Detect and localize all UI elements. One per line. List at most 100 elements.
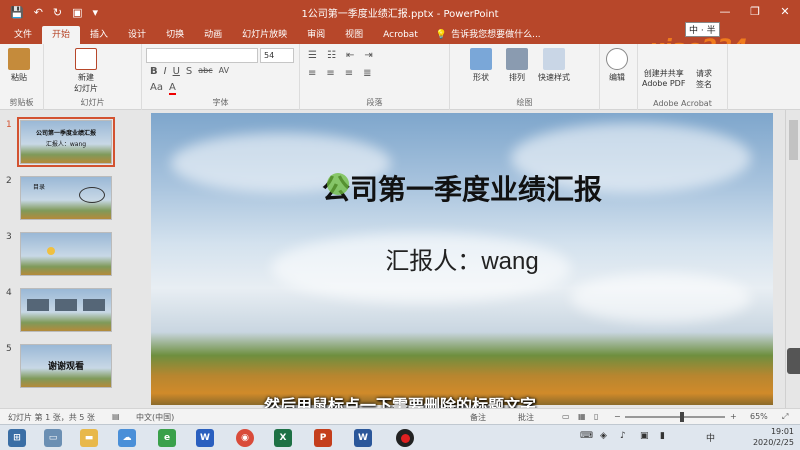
- tab-transitions[interactable]: 切换: [156, 26, 194, 44]
- zoom-out-icon[interactable]: −: [614, 412, 621, 421]
- slide-title-text[interactable]: 公司第一季度业绩汇报: [151, 168, 773, 208]
- notes-button[interactable]: 备注: [470, 412, 486, 423]
- adobe-label: Adobe Acrobat: [653, 99, 712, 108]
- language-status[interactable]: 中文(中国): [136, 412, 174, 423]
- reading-view-icon[interactable]: ▯: [594, 412, 598, 421]
- volume-tray-icon[interactable]: ♪: [620, 431, 626, 441]
- slideshow-icon[interactable]: ▣: [72, 6, 82, 19]
- tab-animations[interactable]: 动画: [194, 26, 232, 44]
- align-left-icon[interactable]: ≡: [308, 68, 316, 79]
- normal-view-icon[interactable]: ▭: [562, 412, 570, 421]
- start-button-icon[interactable]: ⊞: [8, 429, 26, 447]
- zoom-in-icon[interactable]: +: [730, 412, 737, 421]
- paste-button[interactable]: 粘贴: [8, 48, 30, 83]
- tab-view[interactable]: 视图: [335, 26, 373, 44]
- drawing-label: 绘图: [516, 98, 533, 107]
- close-button[interactable]: ✕: [770, 0, 800, 24]
- slide-thumbnail-3[interactable]: [20, 232, 112, 276]
- arrange-button[interactable]: 排列: [506, 48, 528, 83]
- word-icon[interactable]: W: [354, 429, 372, 447]
- tab-insert[interactable]: 插入: [80, 26, 118, 44]
- chrome-icon[interactable]: ◉: [236, 429, 254, 447]
- record-icon[interactable]: [396, 429, 414, 447]
- tab-acrobat[interactable]: Acrobat: [373, 26, 428, 44]
- paragraph-row-2: ≡ ≡ ≡ ≣: [308, 68, 372, 79]
- paragraph-group: ☰ ☷ ⇤ ⇥ ≡ ≡ ≡ ≣ 段落: [300, 44, 450, 110]
- font-format-row: B I U S abc AV: [150, 66, 229, 77]
- tab-slideshow[interactable]: 幻灯片放映: [232, 26, 297, 44]
- zoom-level[interactable]: 65%: [750, 412, 768, 421]
- keyboard-tray-icon[interactable]: ⌨: [580, 431, 593, 441]
- shapes-button[interactable]: 形状: [470, 48, 492, 83]
- explorer-icon[interactable]: ▭: [44, 429, 62, 447]
- spellcheck-icon[interactable]: ▤: [112, 412, 120, 421]
- tab-design[interactable]: 设计: [118, 26, 156, 44]
- folder-icon[interactable]: ▬: [80, 429, 98, 447]
- outdent-icon[interactable]: ⇥: [364, 50, 372, 61]
- wifi-tray-icon[interactable]: ◈: [600, 431, 607, 441]
- font-color-button[interactable]: A: [168, 82, 176, 95]
- battery-tray-icon[interactable]: ▮: [660, 431, 665, 441]
- slide-thumbnail-4[interactable]: [20, 288, 112, 332]
- comments-button[interactable]: 批注: [518, 412, 534, 423]
- lightbulb-icon: 💡: [435, 30, 448, 40]
- strikethrough-button[interactable]: abc: [198, 66, 212, 77]
- slide-thumbnail-2[interactable]: 目录: [20, 176, 112, 220]
- zoom-slider[interactable]: [625, 416, 725, 418]
- system-clock[interactable]: 19:01 2020/2/25: [753, 426, 794, 448]
- bullets-icon[interactable]: ☰: [308, 50, 317, 61]
- align-center-icon[interactable]: ≡: [326, 68, 334, 79]
- cloud-shape: [571, 273, 751, 323]
- new-slide-button[interactable]: 新建 幻灯片: [74, 48, 98, 94]
- fit-slide-icon[interactable]: ⤢: [782, 412, 788, 422]
- redo-icon[interactable]: ↻: [53, 6, 62, 19]
- network-tray-icon[interactable]: ▣: [640, 431, 649, 441]
- zoom-slider-knob[interactable]: [680, 412, 684, 422]
- tab-review[interactable]: 审阅: [297, 26, 335, 44]
- numbering-icon[interactable]: ☷: [327, 50, 336, 61]
- paragraph-row-1: ☰ ☷ ⇤ ⇥: [308, 50, 373, 61]
- excel-icon[interactable]: X: [274, 429, 292, 447]
- underline-button[interactable]: U: [173, 66, 180, 77]
- minimize-button[interactable]: —: [710, 0, 740, 24]
- slide-thumbnail-1[interactable]: 公司第一季度业绩汇报 汇报人：wang: [17, 117, 115, 167]
- maximize-button[interactable]: ❐: [740, 0, 770, 24]
- align-right-icon[interactable]: ≡: [345, 68, 353, 79]
- slide-count-status: 幻灯片 第 1 张，共 5 张: [8, 413, 95, 422]
- italic-button[interactable]: I: [164, 66, 167, 77]
- slide-thumbnail-5[interactable]: 谢谢观看: [20, 344, 112, 388]
- scrollbar-thumb[interactable]: [789, 120, 798, 160]
- customize-qat-icon[interactable]: ▾: [93, 6, 99, 19]
- tell-me-search[interactable]: 💡 告诉我您想要做什么...: [428, 26, 549, 44]
- cloud-app-icon[interactable]: ☁: [118, 429, 136, 447]
- side-panel-handle[interactable]: [787, 348, 800, 374]
- request-signature-button[interactable]: 请求 签名: [696, 68, 712, 90]
- shapes-icon: [470, 48, 492, 70]
- reporter-label: 汇报人：: [385, 247, 482, 275]
- font-color-row: Aa A: [150, 82, 176, 95]
- slide-subtitle-text[interactable]: 汇报人：wang: [151, 241, 773, 276]
- thumbnail-number: 1: [6, 120, 12, 130]
- powerpoint-icon[interactable]: P: [314, 429, 332, 447]
- bold-button[interactable]: B: [150, 66, 158, 77]
- indent-icon[interactable]: ⇤: [346, 50, 354, 61]
- tab-file[interactable]: 文件: [4, 26, 42, 44]
- justify-icon[interactable]: ≣: [363, 68, 371, 79]
- font-size-box[interactable]: 54: [260, 48, 294, 63]
- tab-home[interactable]: 开始: [42, 26, 81, 44]
- edit-button[interactable]: 编辑: [606, 48, 628, 83]
- ime-indicator[interactable]: 中: [706, 431, 715, 444]
- font-name-box[interactable]: [146, 48, 258, 63]
- char-spacing-button[interactable]: AV: [219, 66, 229, 77]
- current-slide[interactable]: 公司第一季度业绩汇报 汇报人：wang: [151, 113, 773, 405]
- shadow-button[interactable]: S: [186, 66, 192, 77]
- quick-styles-button[interactable]: 快速样式: [538, 48, 570, 83]
- sorter-view-icon[interactable]: ▦: [578, 412, 586, 421]
- change-case-button[interactable]: Aa: [150, 82, 163, 95]
- browser-ie-icon[interactable]: e: [158, 429, 176, 447]
- save-icon[interactable]: 💾: [10, 6, 24, 19]
- wps-icon[interactable]: W: [196, 429, 214, 447]
- create-share-pdf-button[interactable]: 创建并共享 Adobe PDF: [642, 68, 685, 88]
- undo-icon[interactable]: ↶: [34, 6, 43, 19]
- paragraph-label: 段落: [366, 98, 383, 107]
